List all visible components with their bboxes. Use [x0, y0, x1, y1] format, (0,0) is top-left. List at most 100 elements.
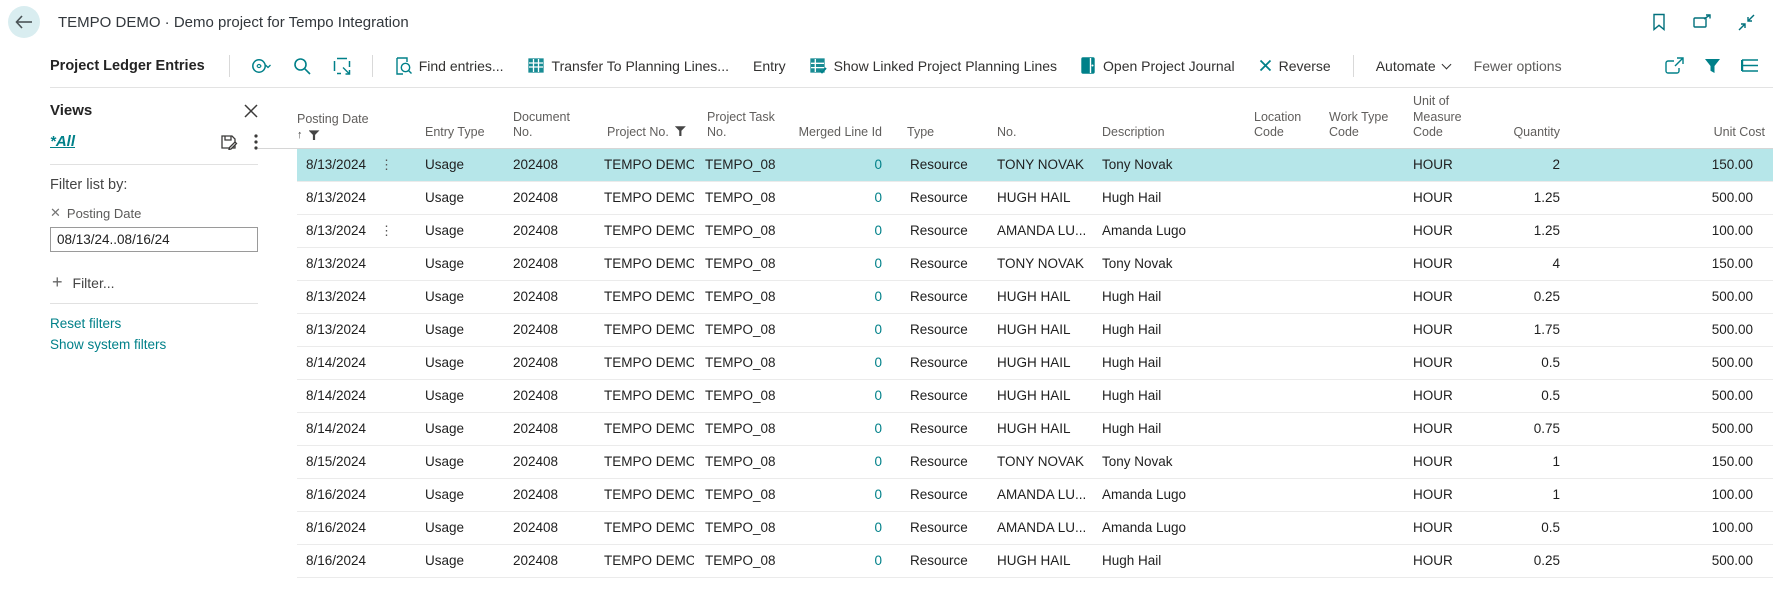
table-row[interactable]: 8/16/2024Usage202408TEMPO DEMOTEMPO_080R… — [297, 479, 1773, 512]
cell-project_no[interactable]: TEMPO DEMO — [594, 256, 694, 271]
cell-quantity[interactable]: 1.75 — [1496, 322, 1568, 337]
cell-unit_of_measure_code[interactable]: HOUR — [1396, 289, 1496, 304]
cell-no[interactable]: HUGH HAIL — [980, 322, 1085, 337]
cell-merged_line_id[interactable]: 0 — [790, 355, 890, 370]
cell-type[interactable]: Resource — [890, 454, 980, 469]
cell-document_no[interactable]: 202408 — [496, 520, 594, 535]
cell-unit_cost[interactable]: 100.00 — [1568, 223, 1773, 238]
cell-unit_of_measure_code[interactable]: HOUR — [1396, 454, 1496, 469]
cell-project_no[interactable]: TEMPO DEMO — [594, 553, 694, 568]
cell-posting_date[interactable]: 8/14/2024 — [297, 388, 367, 403]
cell-unit_cost[interactable]: 500.00 — [1568, 421, 1773, 436]
cell-unit_cost[interactable]: 500.00 — [1568, 355, 1773, 370]
cell-posting_date[interactable]: 8/13/2024 — [297, 256, 367, 271]
table-row[interactable]: 8/14/2024Usage202408TEMPO DEMOTEMPO_080R… — [297, 413, 1773, 446]
cell-project_task_no[interactable]: TEMPO_08 — [694, 289, 790, 304]
cell-unit_of_measure_code[interactable]: HOUR — [1396, 157, 1496, 172]
cell-project_task_no[interactable]: TEMPO_08 — [694, 520, 790, 535]
cell-no[interactable]: HUGH HAIL — [980, 553, 1085, 568]
cell-type[interactable]: Resource — [890, 223, 980, 238]
cell-quantity[interactable]: 1 — [1496, 487, 1568, 502]
cell-quantity[interactable]: 0.25 — [1496, 553, 1568, 568]
cell-posting_date[interactable]: 8/14/2024 — [297, 355, 367, 370]
cell-quantity[interactable]: 4 — [1496, 256, 1568, 271]
cell-merged_line_id[interactable]: 0 — [790, 256, 890, 271]
cell-type[interactable]: Resource — [890, 289, 980, 304]
cell-description[interactable]: Tony Novak — [1085, 157, 1237, 172]
cell-unit_of_measure_code[interactable]: HOUR — [1396, 421, 1496, 436]
cell-merged_line_id[interactable]: 0 — [790, 388, 890, 403]
cell-unit_cost[interactable]: 500.00 — [1568, 322, 1773, 337]
table-row[interactable]: 8/15/2024Usage202408TEMPO DEMOTEMPO_080R… — [297, 446, 1773, 479]
cell-no[interactable]: AMANDA LU... — [980, 223, 1085, 238]
entry-menu-button[interactable]: Entry — [745, 54, 794, 78]
cell-project_no[interactable]: TEMPO DEMO — [594, 355, 694, 370]
column-header-entry_type[interactable]: Entry Type — [412, 88, 496, 148]
cell-entry_type[interactable]: Usage — [412, 289, 496, 304]
cell-merged_line_id[interactable]: 0 — [790, 322, 890, 337]
cell-posting_date[interactable]: 8/13/2024 — [297, 157, 367, 172]
cell-document_no[interactable]: 202408 — [496, 322, 594, 337]
cell-entry_type[interactable]: Usage — [412, 190, 496, 205]
cell-merged_line_id[interactable]: 0 — [790, 190, 890, 205]
cell-unit_cost[interactable]: 500.00 — [1568, 289, 1773, 304]
add-filter-button[interactable]: + Filter... — [52, 272, 258, 293]
cell-unit_cost[interactable]: 500.00 — [1568, 553, 1773, 568]
transfer-to-planning-lines-button[interactable]: Transfer To Planning Lines... — [520, 54, 737, 78]
cell-document_no[interactable]: 202408 — [496, 487, 594, 502]
cell-posting_date[interactable]: 8/13/2024 — [297, 223, 367, 238]
column-header-description[interactable]: Description — [1085, 88, 1237, 148]
cell-no[interactable]: HUGH HAIL — [980, 388, 1085, 403]
cell-entry_type[interactable]: Usage — [412, 322, 496, 337]
cell-document_no[interactable]: 202408 — [496, 256, 594, 271]
cell-no[interactable]: HUGH HAIL — [980, 190, 1085, 205]
cell-project_task_no[interactable]: TEMPO_08 — [694, 223, 790, 238]
table-row[interactable]: 8/13/2024⋮Usage202408TEMPO DEMOTEMPO_080… — [297, 215, 1773, 248]
cell-project_no[interactable]: TEMPO DEMO — [594, 157, 694, 172]
cell-unit_of_measure_code[interactable]: HOUR — [1396, 553, 1496, 568]
remove-filter-icon[interactable]: ✕ — [50, 205, 61, 221]
cell-no[interactable]: HUGH HAIL — [980, 289, 1085, 304]
table-row[interactable]: 8/14/2024Usage202408TEMPO DEMOTEMPO_080R… — [297, 380, 1773, 413]
cell-description[interactable]: Tony Novak — [1085, 256, 1237, 271]
cell-quantity[interactable]: 0.25 — [1496, 289, 1568, 304]
cell-posting_date[interactable]: 8/16/2024 — [297, 520, 367, 535]
cell-unit_cost[interactable]: 150.00 — [1568, 454, 1773, 469]
cell-posting_date[interactable]: 8/13/2024 — [297, 289, 367, 304]
share-icon[interactable] — [1665, 57, 1684, 74]
cell-quantity[interactable]: 0.5 — [1496, 388, 1568, 403]
show-linked-planning-lines-button[interactable]: Show Linked Project Planning Lines — [802, 54, 1065, 78]
cell-description[interactable]: Amanda Lugo — [1085, 487, 1237, 502]
collapse-icon[interactable] — [1738, 14, 1755, 31]
cell-unit_of_measure_code[interactable]: HOUR — [1396, 487, 1496, 502]
popout-icon[interactable] — [1693, 14, 1712, 30]
cell-quantity[interactable]: 1 — [1496, 454, 1568, 469]
cell-posting_date[interactable]: 8/16/2024 — [297, 553, 367, 568]
cell-unit_cost[interactable]: 100.00 — [1568, 487, 1773, 502]
column-header-location_code[interactable]: Location Code — [1237, 88, 1312, 148]
cell-entry_type[interactable]: Usage — [412, 157, 496, 172]
cell-no[interactable]: TONY NOVAK — [980, 454, 1085, 469]
cell-no[interactable]: TONY NOVAK — [980, 256, 1085, 271]
cell-project_task_no[interactable]: TEMPO_08 — [694, 454, 790, 469]
column-header-unit_cost[interactable]: Unit Cost — [1568, 88, 1773, 148]
find-entries-button[interactable]: Find entries... — [387, 53, 512, 79]
cell-description[interactable]: Amanda Lugo — [1085, 520, 1237, 535]
cell-type[interactable]: Resource — [890, 256, 980, 271]
cell-entry_type[interactable]: Usage — [412, 421, 496, 436]
cell-project_task_no[interactable]: TEMPO_08 — [694, 256, 790, 271]
cell-document_no[interactable]: 202408 — [496, 355, 594, 370]
cell-project_task_no[interactable]: TEMPO_08 — [694, 190, 790, 205]
table-row[interactable]: 8/13/2024Usage202408TEMPO DEMOTEMPO_080R… — [297, 182, 1773, 215]
column-header-work_type_code[interactable]: Work Type Code — [1312, 88, 1396, 148]
cell-type[interactable]: Resource — [890, 487, 980, 502]
cell-no[interactable]: AMANDA LU... — [980, 487, 1085, 502]
cell-quantity[interactable]: 0.75 — [1496, 421, 1568, 436]
cell-type[interactable]: Resource — [890, 157, 980, 172]
cell-unit_of_measure_code[interactable]: HOUR — [1396, 190, 1496, 205]
cell-unit_of_measure_code[interactable]: HOUR — [1396, 256, 1496, 271]
cell-type[interactable]: Resource — [890, 322, 980, 337]
cell-posting_date[interactable]: 8/13/2024 — [297, 322, 367, 337]
cell-project_task_no[interactable]: TEMPO_08 — [694, 355, 790, 370]
cell-project_task_no[interactable]: TEMPO_08 — [694, 157, 790, 172]
